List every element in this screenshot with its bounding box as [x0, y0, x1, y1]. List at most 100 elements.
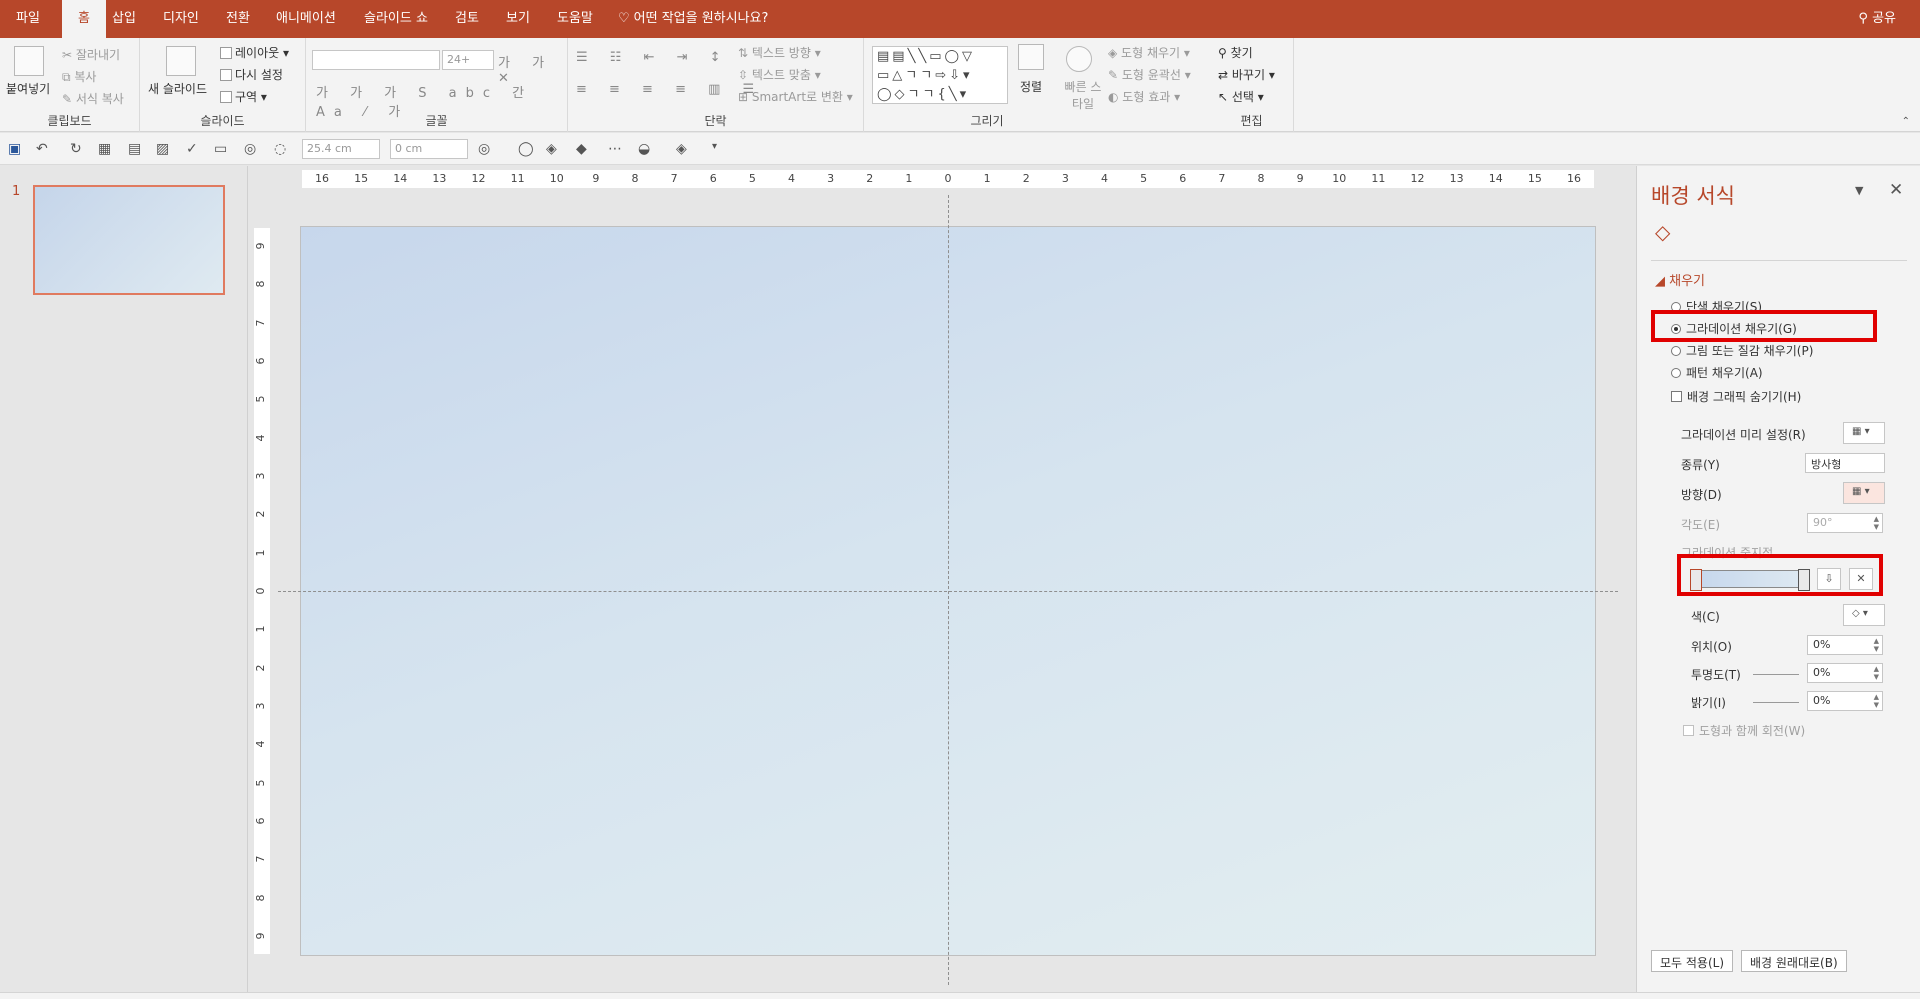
quick-styles-button[interactable]: 빠른 스타일	[1060, 78, 1106, 112]
fill-quick-icon[interactable]: ◆	[576, 141, 587, 157]
layout-quick-icon[interactable]: ▤	[128, 141, 141, 157]
tab-file[interactable]: 파일	[16, 0, 40, 38]
section-icon	[220, 91, 232, 103]
replace-button[interactable]: ⇄ 바꾸기 ▾	[1218, 66, 1275, 83]
color-picker-button[interactable]: ◇ ▾	[1843, 604, 1885, 626]
ruler-tick-label: 4	[254, 434, 267, 442]
edit-shape-icon[interactable]: ◈	[546, 141, 557, 157]
picture-fill-option[interactable]: 그림 또는 질감 채우기(P)	[1671, 342, 1813, 359]
hide-graphics-checkbox[interactable]: 배경 그래픽 숨기기(H)	[1671, 388, 1801, 405]
font-name-input[interactable]	[312, 50, 440, 70]
spelling-icon[interactable]: ✓	[186, 141, 198, 157]
arrange-quick-icon[interactable]: ◈	[676, 141, 687, 157]
preset-label: 그라데이션 미리 설정(R)	[1681, 428, 1806, 442]
select-button[interactable]: ↖ 선택 ▾	[1218, 88, 1264, 105]
ruler-tick-label: 9	[1296, 172, 1304, 185]
brightness-input[interactable]: 0% ▲ ▼	[1807, 691, 1883, 711]
tab-help[interactable]: 도움말	[557, 0, 593, 38]
new-slide-icon	[166, 46, 196, 76]
pane-options-icon[interactable]: ▼	[1855, 184, 1863, 197]
reset-button[interactable]: 다시 설정	[220, 66, 283, 83]
shape-effects-button[interactable]: ◐ 도형 효과 ▾	[1108, 88, 1180, 105]
paste-icon	[14, 46, 44, 76]
save-icon[interactable]: ▣	[8, 141, 21, 157]
pattern-fill-option[interactable]: 패턴 채우기(A)	[1671, 364, 1763, 381]
editing-group: ⚲ 찾기 ⇄ 바꾸기 ▾ ↖ 선택 ▾ 편집	[1210, 38, 1294, 132]
direction-label: 방향(D)	[1681, 488, 1722, 502]
group-icon[interactable]: ◌	[274, 141, 286, 157]
position-input[interactable]: 0% ▲ ▼	[1807, 635, 1883, 655]
customize-toolbar-icon[interactable]: ▾	[712, 141, 717, 152]
preset-gradient-button[interactable]: ▦ ▾	[1843, 422, 1885, 444]
undo-icon[interactable]: ↶	[36, 141, 48, 157]
tab-review[interactable]: 검토	[455, 0, 479, 38]
list-icons[interactable]: ☰ ☷ ⇤ ⇥ ↕	[576, 50, 730, 65]
fill-section-header[interactable]: ◢ 채우기	[1655, 270, 1705, 289]
drawing-group-label: 그리기	[970, 114, 1004, 128]
picture-icon[interactable]: ▨	[156, 141, 169, 157]
align-text-button[interactable]: ⇳ 텍스트 맞춤 ▾	[738, 66, 821, 83]
ellipse-icon[interactable]: ◯	[518, 141, 534, 157]
collapse-ribbon-icon[interactable]: ⌃	[1902, 116, 1910, 127]
shapes-gallery[interactable]: ▤▤╲╲▭◯▽ ▭△ㄱㄱ⇨⇩▾ ◯◇ㄱㄱ{╲▾	[872, 46, 1008, 104]
tab-transitions[interactable]: 전환	[226, 0, 250, 38]
find-button[interactable]: ⚲ 찾기	[1218, 44, 1253, 61]
align-icons[interactable]: ≡ ≡ ≡ ≡ ▥ ☰	[576, 82, 763, 97]
tab-view[interactable]: 보기	[506, 0, 530, 38]
layout-button[interactable]: 레이아웃 ▾	[220, 44, 289, 61]
shape-fill-button[interactable]: ◈ 도형 채우기 ▾	[1108, 44, 1190, 61]
new-slide-button[interactable]: 새 슬라이드	[148, 80, 207, 97]
tell-me-box[interactable]: ♡ 어떤 작업을 원하시나요?	[618, 0, 768, 38]
horizontal-guide[interactable]	[278, 591, 1618, 592]
format-painter-button[interactable]: ✎ 서식 복사	[62, 90, 124, 107]
transparency-slider[interactable]	[1753, 674, 1799, 675]
spinner-icon[interactable]: ▲ ▼	[1874, 665, 1879, 681]
type-select[interactable]: 방사형	[1805, 453, 1885, 473]
paint-bucket-icon[interactable]: ◇	[1655, 220, 1670, 244]
vertical-guide[interactable]	[948, 195, 949, 985]
slideshow-icon[interactable]: ▦	[98, 141, 111, 157]
font-size-input[interactable]: 24+	[442, 50, 494, 70]
fill-section-label: 채우기	[1669, 274, 1706, 289]
arrange-button[interactable]: 정렬	[1020, 78, 1042, 95]
section-button[interactable]: 구역 ▾	[220, 88, 267, 105]
cut-button[interactable]: ✂ 잘라내기	[62, 46, 120, 63]
apply-to-all-button[interactable]: 모두 적용(L)	[1651, 950, 1734, 972]
close-icon[interactable]: ✕	[1889, 180, 1903, 200]
ruler-tick-label: 7	[670, 172, 678, 185]
font-grow-shrink-icons[interactable]: 가 가 ✕	[498, 52, 567, 86]
brightness-slider[interactable]	[1753, 702, 1799, 703]
direction-button[interactable]: ▦ ▾	[1843, 482, 1885, 504]
spinner-icon[interactable]: ▲ ▼	[1874, 637, 1879, 653]
spinner-icon[interactable]: ▲ ▼	[1874, 693, 1879, 709]
tab-home[interactable]: 홈	[62, 0, 106, 38]
scissors-icon: ✂	[62, 48, 76, 62]
height-input[interactable]: 0 cm	[390, 139, 468, 159]
transparency-input[interactable]: 0% ▲ ▼	[1807, 663, 1883, 683]
align-quick-icon[interactable]: ⋯	[608, 141, 622, 157]
share-button[interactable]: ⚲ 공유	[1858, 0, 1896, 38]
text-direction-button[interactable]: ⇅ 텍스트 방향 ▾	[738, 44, 821, 61]
slide-thumbnail[interactable]	[33, 185, 225, 295]
rotate-with-shape-checkbox[interactable]: 도형과 함께 회전(W)	[1683, 722, 1805, 739]
angle-input[interactable]: 90° ▲ ▼	[1807, 513, 1883, 533]
tab-design[interactable]: 디자인	[163, 0, 199, 38]
rotate-icon[interactable]: ◒	[638, 141, 650, 157]
shape-quick-icon[interactable]: ◎	[244, 141, 256, 157]
tab-slideshow[interactable]: 슬라이드 쇼	[364, 0, 428, 38]
shape-effects-quick-icon[interactable]: ◎	[478, 141, 490, 157]
width-input[interactable]: 25.4 cm	[302, 139, 380, 159]
textbox-icon[interactable]: ▭	[214, 141, 227, 157]
spinner-icon[interactable]: ▲ ▼	[1874, 515, 1879, 531]
tab-animations[interactable]: 애니메이션	[276, 0, 336, 38]
reset-background-button[interactable]: 배경 원래대로(B)	[1741, 950, 1847, 972]
ruler-tick-label: 6	[709, 172, 717, 185]
tab-insert[interactable]: 삽입	[112, 0, 136, 38]
highlight-box-gradient-option	[1651, 310, 1877, 342]
shape-outline-button[interactable]: ✎ 도형 윤곽선 ▾	[1108, 66, 1191, 83]
paste-button[interactable]: 붙여넣기	[6, 80, 50, 97]
smartart-button[interactable]: ⊞ SmartArt로 변환 ▾	[738, 88, 853, 105]
ruler-tick-label: 1	[905, 172, 913, 185]
copy-button[interactable]: ⧉ 복사	[62, 68, 96, 85]
redo-icon[interactable]: ↻	[70, 141, 82, 157]
